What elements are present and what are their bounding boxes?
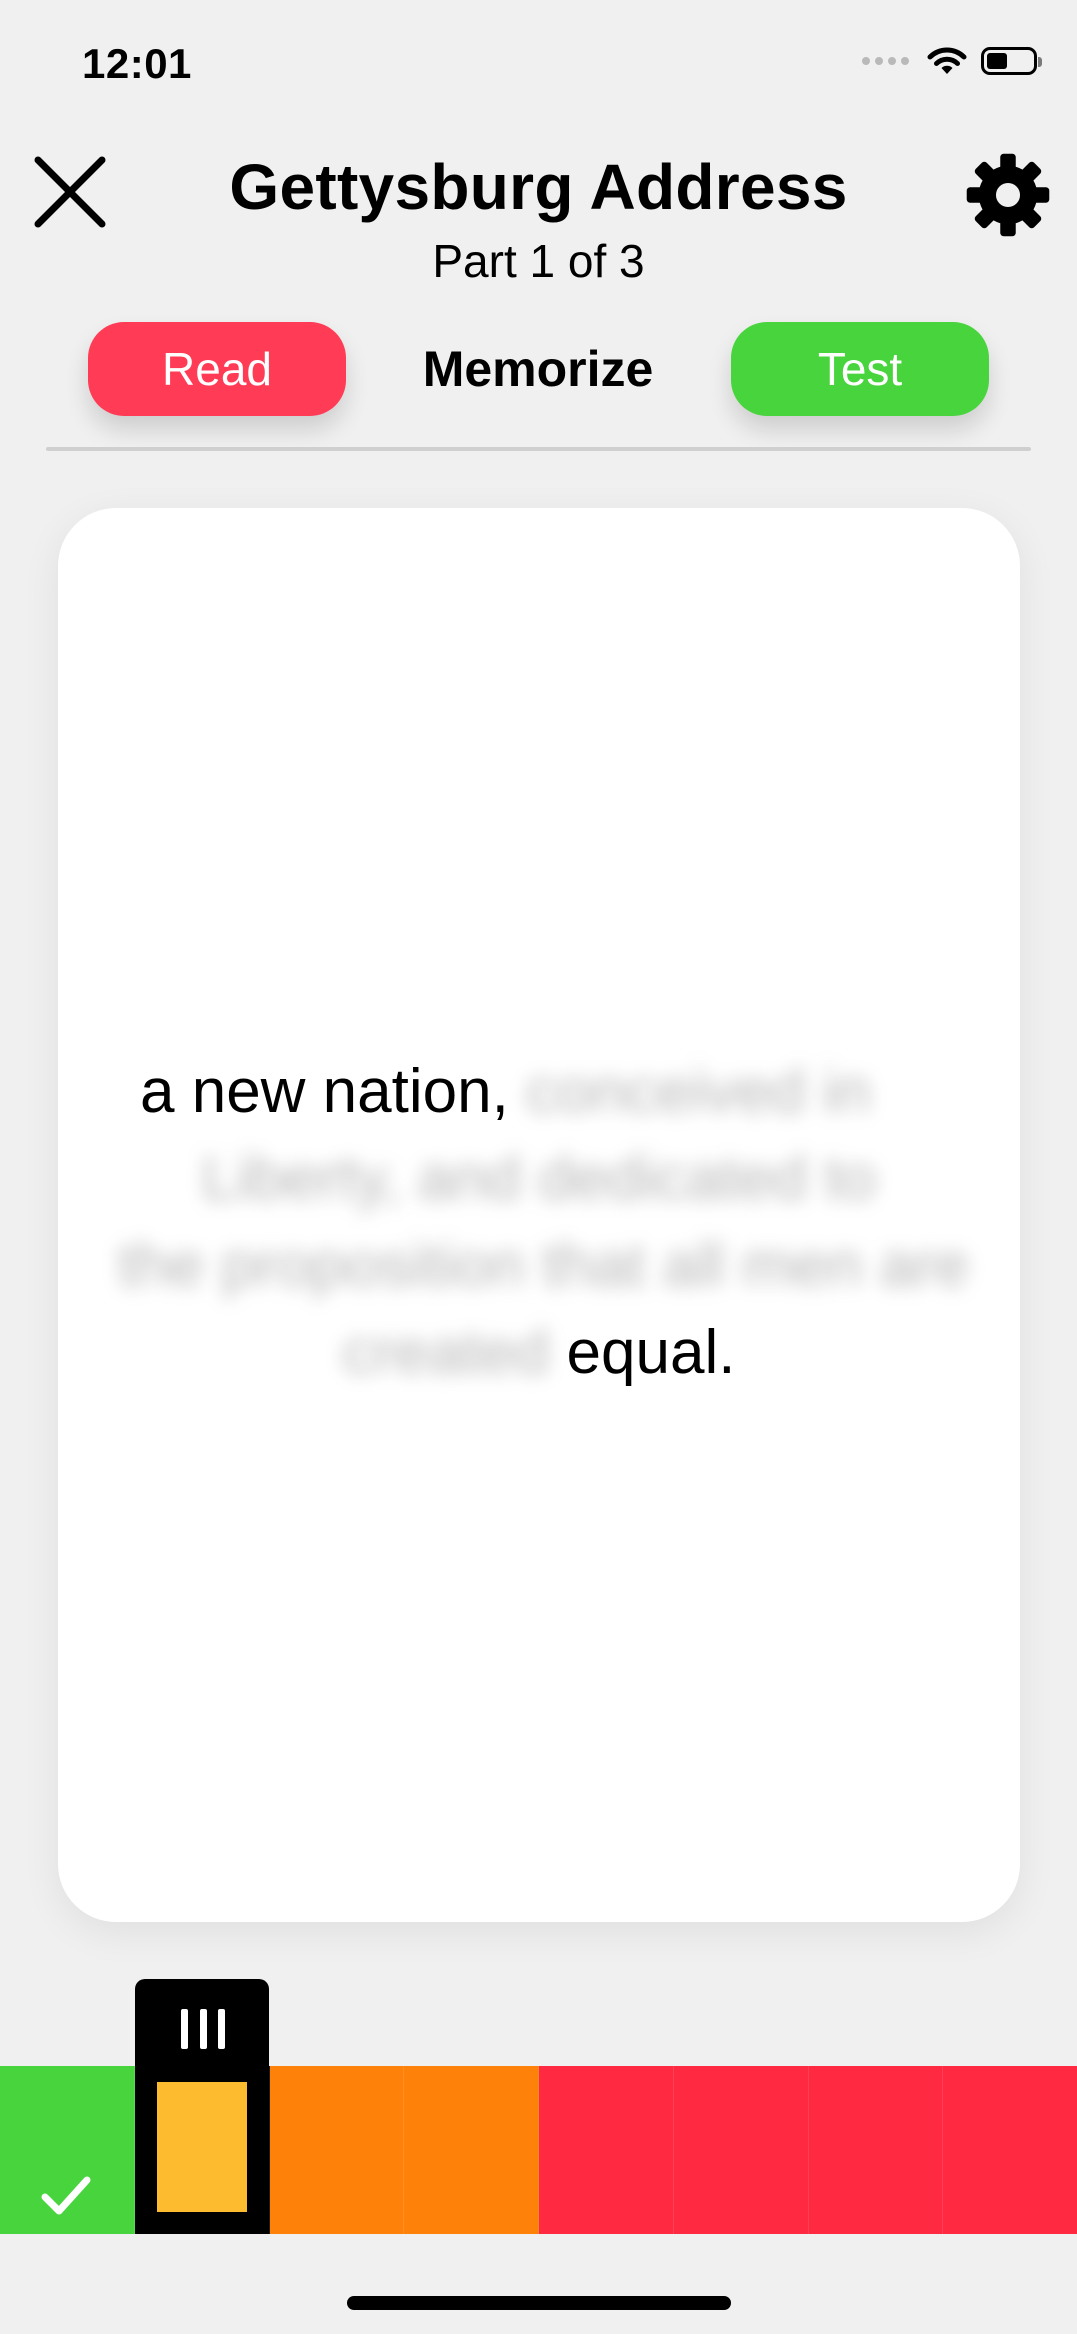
wifi-icon: [927, 47, 967, 74]
visible-text-end: equal.: [566, 1318, 736, 1387]
check-icon: [41, 2176, 91, 2215]
gear-icon[interactable]: [965, 152, 1051, 238]
hidden-text[interactable]: created: [343, 1318, 550, 1387]
visible-text-start: a new nation,: [140, 1057, 509, 1126]
test-mode-button[interactable]: Test: [731, 322, 989, 416]
status-icons: [862, 46, 1042, 76]
card-text: a new nation, conceived in Liberty, and …: [118, 1048, 969, 1396]
progress-segment[interactable]: [269, 2066, 405, 2234]
header-divider: [46, 447, 1031, 451]
hidden-text[interactable]: the proposition that all men are: [118, 1231, 969, 1300]
page-title: Gettysburg Address: [229, 151, 848, 223]
battery-icon: [981, 47, 1042, 75]
page-subtitle: Part 1 of 3: [432, 235, 645, 287]
segment-drag-handle[interactable]: [135, 1979, 269, 2234]
progress-segment[interactable]: [808, 2066, 944, 2234]
progress-segment[interactable]: [943, 2066, 1077, 2234]
home-indicator: [347, 2296, 731, 2310]
progress-segment[interactable]: [404, 2066, 539, 2234]
read-mode-button[interactable]: Read: [88, 322, 346, 416]
progress-segment[interactable]: [673, 2066, 809, 2234]
grip-lines-icon: [181, 2009, 225, 2049]
hidden-text[interactable]: conceived in: [526, 1057, 871, 1126]
progress-segment[interactable]: [539, 2066, 674, 2234]
cellular-signal-icon: [862, 57, 909, 65]
memorize-card[interactable]: a new nation, conceived in Liberty, and …: [58, 508, 1020, 1922]
current-segment-fill: [157, 2082, 247, 2212]
status-time: 12:01: [82, 40, 192, 87]
memorize-mode-button[interactable]: Memorize: [388, 322, 688, 416]
hidden-text[interactable]: Liberty, and dedicated to: [202, 1144, 876, 1213]
progress-segment[interactable]: [0, 2066, 135, 2234]
